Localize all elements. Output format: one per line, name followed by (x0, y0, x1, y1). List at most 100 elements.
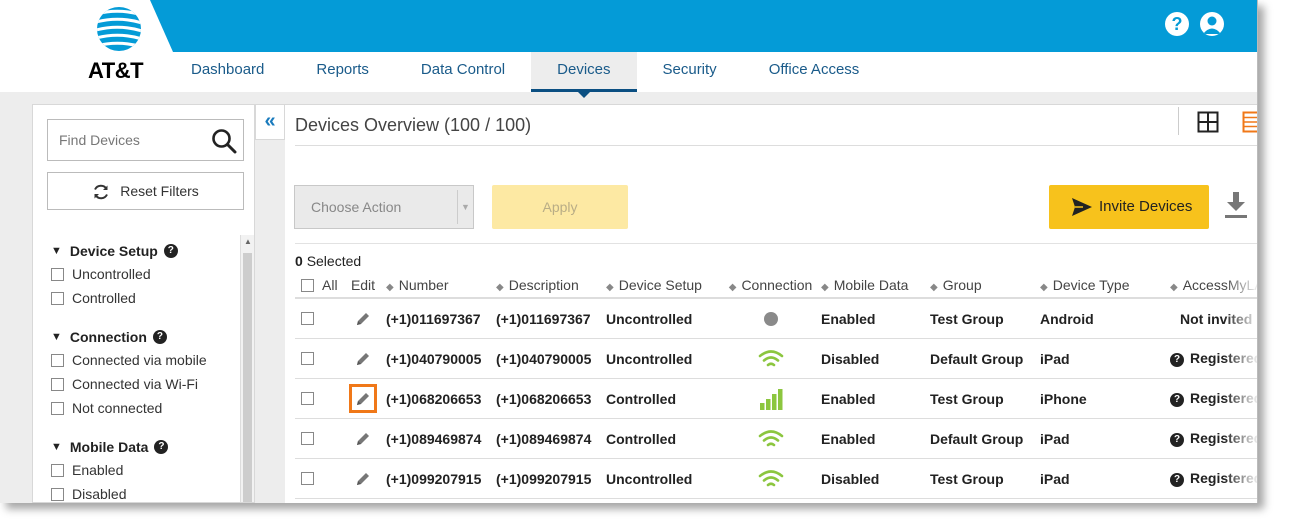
row-edit[interactable] (340, 424, 386, 452)
filter-title[interactable]: ▼ Device Setup? (51, 240, 236, 262)
nav-devices[interactable]: Devices (531, 52, 637, 98)
filter-connected-mobile[interactable]: Connected via mobile (51, 348, 236, 372)
nav-security[interactable]: Security (637, 52, 743, 92)
filter-connected-wifi[interactable]: Connected via Wi-Fi (51, 372, 236, 396)
row-select[interactable] (295, 432, 340, 445)
collapse-sidebar-button[interactable]: « (255, 104, 285, 140)
header-description[interactable]: ◆ Description (496, 277, 606, 293)
download-icon[interactable] (1224, 191, 1248, 219)
header-connection[interactable]: ◆ Connection (720, 277, 821, 293)
header-label: Mobile Data (833, 277, 909, 293)
row-checkbox[interactable] (301, 312, 314, 325)
not-connected-icon (763, 311, 778, 326)
user-icon[interactable] (1200, 12, 1224, 36)
row-edit[interactable] (340, 384, 386, 413)
edit-button[interactable] (349, 424, 377, 452)
edit-button[interactable] (349, 464, 377, 492)
header-label: Group (942, 277, 982, 293)
filter-enabled[interactable]: Enabled (51, 458, 236, 482)
header-number[interactable]: ◆ Number (386, 277, 496, 293)
choose-action-select[interactable]: Choose Action ▼ (294, 185, 474, 229)
scrollbar-thumb[interactable] (243, 253, 252, 502)
cell-connection (720, 428, 821, 450)
checkbox[interactable] (51, 353, 64, 367)
reset-filters-button[interactable]: Reset Filters (47, 172, 244, 210)
grid-view-icon[interactable] (1197, 111, 1219, 133)
cell-connection (720, 348, 821, 370)
sidebar-scrollbar[interactable]: ▲ (240, 235, 254, 502)
checkbox[interactable] (51, 463, 64, 477)
table-row[interactable]: (+1)040790005 (+1)040790005 Uncontrolled Di… (295, 339, 1257, 379)
list-view-icon[interactable] (1242, 111, 1258, 133)
nav-reports[interactable]: Reports (290, 52, 395, 92)
filter-title[interactable]: ▼ Mobile Data? (51, 436, 236, 458)
row-checkbox[interactable] (301, 432, 314, 445)
cell-device-setup: Uncontrolled (606, 310, 693, 327)
filter-uncontrolled[interactable]: Uncontrolled (51, 262, 236, 286)
help-icon[interactable]: ? (1170, 352, 1184, 367)
find-devices-input[interactable] (48, 120, 208, 160)
header-label: Description (508, 277, 579, 293)
checkbox[interactable] (51, 291, 64, 305)
cell-access: ? Registered (1170, 430, 1257, 447)
header-access[interactable]: ◆ AccessMyLA (1170, 277, 1258, 293)
search-icon[interactable] (211, 128, 237, 154)
edit-button[interactable] (349, 384, 377, 413)
header-group[interactable]: ◆ Group (930, 277, 1040, 293)
header-device-type[interactable]: ◆ Device Type (1040, 277, 1170, 293)
table-header: All Edit ◆ Number ◆ Description ◆ Device Se… (295, 273, 1258, 299)
sort-icon: ◆ (930, 282, 938, 293)
row-edit[interactable] (340, 464, 386, 492)
checkbox[interactable] (51, 401, 64, 415)
header-all: All (322, 277, 338, 293)
pencil-icon (357, 472, 369, 485)
row-checkbox[interactable] (301, 352, 314, 365)
table-row[interactable]: (+1)068206653 (+1)068206653 Controlled Enab… (295, 379, 1257, 419)
help-icon[interactable]: ? (163, 244, 178, 258)
row-edit[interactable] (340, 304, 386, 332)
selected-count: 0 Selected (295, 253, 361, 269)
filter-disabled[interactable]: Disabled (51, 482, 236, 502)
edit-button[interactable] (349, 344, 377, 372)
apply-button[interactable]: Apply (492, 185, 628, 229)
nav-data-control[interactable]: Data Control (395, 52, 531, 92)
cell-access: Not invited (1170, 311, 1257, 327)
nav-dashboard[interactable]: Dashboard (165, 52, 290, 92)
select-all-checkbox[interactable] (301, 278, 314, 292)
table-row[interactable]: (+1)089469874 (+1)089469874 Controlled Enab… (295, 419, 1257, 459)
checkbox[interactable] (51, 487, 64, 501)
edit-button[interactable] (349, 304, 377, 332)
checkbox[interactable] (51, 267, 64, 281)
filter-title[interactable]: ▼ Connection? (51, 326, 236, 348)
row-edit[interactable] (340, 344, 386, 372)
row-select[interactable] (295, 312, 340, 325)
row-select[interactable] (295, 472, 340, 485)
double-chevron-left-icon: « (264, 110, 276, 132)
filter-not-connected[interactable]: Not connected (51, 396, 236, 420)
help-icon[interactable]: ? (1170, 392, 1184, 407)
row-checkbox[interactable] (301, 472, 314, 485)
invite-devices-button[interactable]: Invite Devices (1049, 185, 1209, 229)
help-icon[interactable]: ? (152, 330, 167, 344)
checkbox[interactable] (51, 377, 64, 391)
row-select[interactable] (295, 392, 340, 405)
help-icon[interactable]: ? (1165, 12, 1189, 36)
filter-controlled[interactable]: Controlled (51, 286, 236, 310)
help-icon[interactable]: ? (1170, 472, 1184, 487)
header-label: AccessMyLA (1182, 277, 1258, 293)
help-icon[interactable]: ? (1170, 432, 1184, 447)
table-row[interactable]: (+1)099207915 (+1)099207915 Uncontrolled Di… (295, 459, 1257, 499)
help-icon[interactable]: ? (154, 440, 169, 454)
header-mobile-data[interactable]: ◆ Mobile Data (821, 277, 930, 293)
row-checkbox[interactable] (301, 392, 314, 405)
header-device-setup[interactable]: ◆ Device Setup (606, 277, 720, 293)
table-row[interactable]: (+1)011697367 (+1)011697367 Uncontrolled En… (295, 299, 1257, 339)
divider (295, 145, 1257, 146)
scroll-up-icon[interactable]: ▲ (244, 237, 252, 246)
att-globe-logo (97, 7, 141, 51)
nav-office-access[interactable]: Office Access (743, 52, 886, 92)
choose-action-label: Choose Action (311, 199, 402, 215)
row-select[interactable] (295, 352, 340, 365)
select-all[interactable]: All (295, 277, 340, 293)
filter-sidebar: Reset Filters ▼ Device Setup? Uncontrolle… (32, 104, 255, 503)
